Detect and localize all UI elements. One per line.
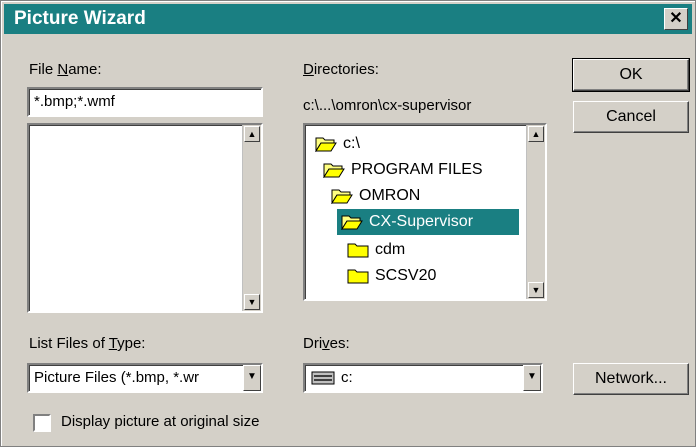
- dir-item-label: CX-Supervisor: [369, 213, 474, 230]
- drives-value: c:: [341, 369, 353, 386]
- open-folder-icon: [323, 163, 345, 178]
- picture-wizard-dialog: Picture Wizard ✕ File Name: *.bmp;*.wmf …: [0, 0, 696, 447]
- window-title: Picture Wizard: [14, 8, 146, 29]
- network-button[interactable]: Network...: [573, 363, 689, 395]
- close-button[interactable]: ✕: [664, 8, 688, 30]
- original-size-label: Display picture at original size: [61, 413, 260, 430]
- closed-folder-icon: [347, 269, 369, 284]
- file-name-value: *.bmp;*.wmf: [34, 93, 115, 110]
- file-type-select[interactable]: Picture Files (*.bmp, *.wr ▼: [27, 363, 263, 393]
- title-bar[interactable]: Picture Wizard ✕: [4, 4, 692, 34]
- scroll-up-icon[interactable]: ▲: [528, 126, 544, 142]
- dir-item-label: SCSV20: [375, 267, 437, 284]
- scroll-up-icon[interactable]: ▲: [244, 126, 260, 142]
- file-name-input[interactable]: *.bmp;*.wmf: [27, 87, 263, 117]
- dir-item-label: PROGRAM FILES: [351, 161, 483, 178]
- file-type-label: List Files of Type:: [29, 335, 146, 352]
- directory-list[interactable]: c:\ PROGRAM FILES OMRON CX-Supervisor cd…: [303, 123, 547, 301]
- open-folder-icon: [315, 137, 337, 152]
- file-list[interactable]: ▲ ▼: [27, 123, 263, 313]
- dir-item-c[interactable]: c:\: [315, 131, 360, 157]
- chevron-down-icon[interactable]: ▼: [523, 365, 541, 391]
- dir-item-program-files[interactable]: PROGRAM FILES: [323, 157, 483, 183]
- dir-item-scsv20[interactable]: SCSV20: [347, 263, 436, 289]
- closed-folder-icon: [347, 243, 369, 258]
- dir-item-omron[interactable]: OMRON: [331, 183, 420, 209]
- dir-item-label: cdm: [375, 241, 406, 258]
- open-folder-icon: [341, 215, 363, 230]
- dir-item-cdm[interactable]: cdm: [347, 237, 405, 263]
- file-list-scrollbar[interactable]: ▲ ▼: [242, 125, 261, 311]
- scroll-down-icon[interactable]: ▼: [244, 294, 260, 310]
- dir-item-label: c:\: [343, 135, 360, 152]
- close-icon: ✕: [669, 10, 683, 27]
- directory-list-scrollbar[interactable]: ▲ ▼: [526, 125, 545, 299]
- drive-icon: [311, 371, 335, 385]
- dir-item-cx-supervisor[interactable]: CX-Supervisor: [337, 209, 519, 235]
- drives-label: Drives:: [303, 335, 350, 352]
- ok-button[interactable]: OK: [572, 58, 690, 92]
- directory-path: c:\...\omron\cx-supervisor: [303, 97, 472, 114]
- directories-label: Directories:: [303, 61, 379, 78]
- open-folder-icon: [331, 189, 353, 204]
- file-type-value: Picture Files (*.bmp, *.wr: [34, 369, 200, 386]
- chevron-down-icon[interactable]: ▼: [243, 365, 261, 391]
- scroll-down-icon[interactable]: ▼: [528, 282, 544, 298]
- original-size-checkbox[interactable]: [33, 414, 51, 432]
- cancel-button[interactable]: Cancel: [573, 101, 689, 133]
- dir-item-label: OMRON: [359, 187, 421, 204]
- drives-select[interactable]: c: ▼: [303, 363, 543, 393]
- file-name-label: File Name:: [29, 61, 102, 78]
